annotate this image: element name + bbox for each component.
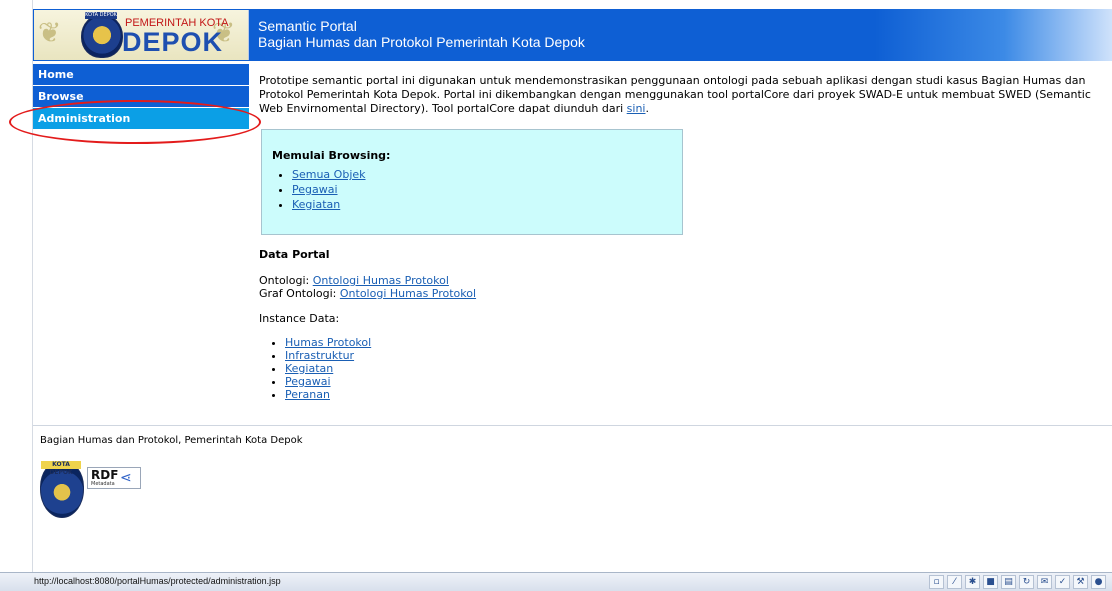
intro-text: Prototipe semantic portal ini digunakan … <box>259 74 1091 115</box>
intro-paragraph: Prototipe semantic portal ini digunakan … <box>259 74 1109 116</box>
instance-link-humas-protokol[interactable]: Humas Protokol <box>285 336 371 349</box>
ontologi-row: Ontologi: Ontologi Humas Protokol <box>259 274 449 288</box>
page-icon[interactable]: ▫ <box>929 575 944 589</box>
browse-box: Memulai Browsing: Semua Objek Pegawai Ke… <box>261 129 683 235</box>
footer-text: Bagian Humas dan Protokol, Pemerintah Ko… <box>40 435 303 446</box>
page-header: ❦ ❦ KOTA DEPOK PEMERINTAH KOTA DEPOK Sem… <box>33 9 1112 61</box>
list-item: Pegawai <box>285 375 371 388</box>
pen-icon[interactable]: ⁄ <box>947 575 962 589</box>
browse-box-title: Memulai Browsing: <box>272 149 391 162</box>
browser-status-bar: http://localhost:8080/portalHumas/protec… <box>0 572 1112 591</box>
print-icon[interactable]: ▤ <box>1001 575 1016 589</box>
browse-links-list: Semua Objek Pegawai Kegiatan <box>278 168 366 213</box>
list-item: Kegiatan <box>285 362 371 375</box>
page-subtitle: Bagian Humas dan Protokol Pemerintah Kot… <box>258 34 585 50</box>
status-url: http://localhost:8080/portalHumas/protec… <box>34 576 281 586</box>
ornament-left-icon: ❦ <box>38 16 62 49</box>
list-item: Humas Protokol <box>285 336 371 349</box>
save-icon[interactable]: ■ <box>983 575 998 589</box>
depok-seal-icon <box>81 14 123 58</box>
list-item: Semua Objek <box>292 168 366 182</box>
list-item: Pegawai <box>292 183 366 197</box>
graf-ontologi-row: Graf Ontologi: Ontologi Humas Protokol <box>259 287 476 301</box>
instance-list: Humas Protokol Infrastruktur Kegiatan Pe… <box>259 336 371 401</box>
depok-logo[interactable]: ❦ ❦ KOTA DEPOK PEMERINTAH KOTA DEPOK <box>34 10 249 60</box>
list-item: Peranan <box>285 388 371 401</box>
rdf-network-icon: ⋖ <box>120 470 132 486</box>
settings-icon[interactable]: ⚒ <box>1073 575 1088 589</box>
graf-ontologi-label: Graf Ontologi: <box>259 287 337 300</box>
rdf-metadata-badge[interactable]: RDF Metadata ⋖ <box>87 467 141 489</box>
instance-link-pegawai[interactable]: Pegawai <box>285 375 331 388</box>
check-icon[interactable]: ✓ <box>1055 575 1070 589</box>
rdf-label: RDF <box>91 468 119 482</box>
footer-seal-tag: KOTA DEPOK <box>41 461 81 476</box>
link-kegiatan[interactable]: Kegiatan <box>292 198 340 211</box>
info-icon[interactable]: ● <box>1091 575 1106 589</box>
nav-item-browse[interactable]: Browse <box>33 86 249 107</box>
link-pegawai[interactable]: Pegawai <box>292 183 338 196</box>
instance-data-heading: Instance Data: <box>259 312 340 325</box>
header-title-block: Semantic Portal Bagian Humas dan Protoko… <box>258 18 585 50</box>
download-link[interactable]: sini <box>627 102 646 115</box>
link-semua-objek[interactable]: Semua Objek <box>292 168 366 181</box>
nav-item-home[interactable]: Home <box>33 64 249 85</box>
page-title: Semantic Portal <box>258 18 357 34</box>
refresh-icon[interactable]: ↻ <box>1019 575 1034 589</box>
ontologi-label: Ontologi: <box>259 274 310 287</box>
mail-icon[interactable]: ✉ <box>1037 575 1052 589</box>
sidebar-nav: Home Browse Administration <box>33 64 249 130</box>
nav-item-administration[interactable]: Administration <box>33 108 249 129</box>
tool-icon[interactable]: ✱ <box>965 575 980 589</box>
instance-link-kegiatan[interactable]: Kegiatan <box>285 362 333 375</box>
list-item: Infrastruktur <box>285 349 371 362</box>
intro-end: . <box>645 102 650 115</box>
graf-ontologi-link[interactable]: Ontologi Humas Protokol <box>340 287 476 300</box>
status-icons: ▫ ⁄ ✱ ■ ▤ ↻ ✉ ✓ ⚒ ● <box>929 575 1106 589</box>
rdf-sublabel: Metadata <box>91 481 115 487</box>
instance-link-peranan[interactable]: Peranan <box>285 388 330 401</box>
list-item: Kegiatan <box>292 198 366 212</box>
main-content: Prototipe semantic portal ini digunakan … <box>259 74 1109 401</box>
seal-tag: KOTA DEPOK <box>85 12 117 19</box>
instance-link-infrastruktur[interactable]: Infrastruktur <box>285 349 354 362</box>
data-portal-heading: Data Portal <box>259 248 330 261</box>
logo-line2: DEPOK <box>122 27 224 57</box>
ontologi-link[interactable]: Ontologi Humas Protokol <box>313 274 449 287</box>
footer-divider <box>33 425 1112 426</box>
